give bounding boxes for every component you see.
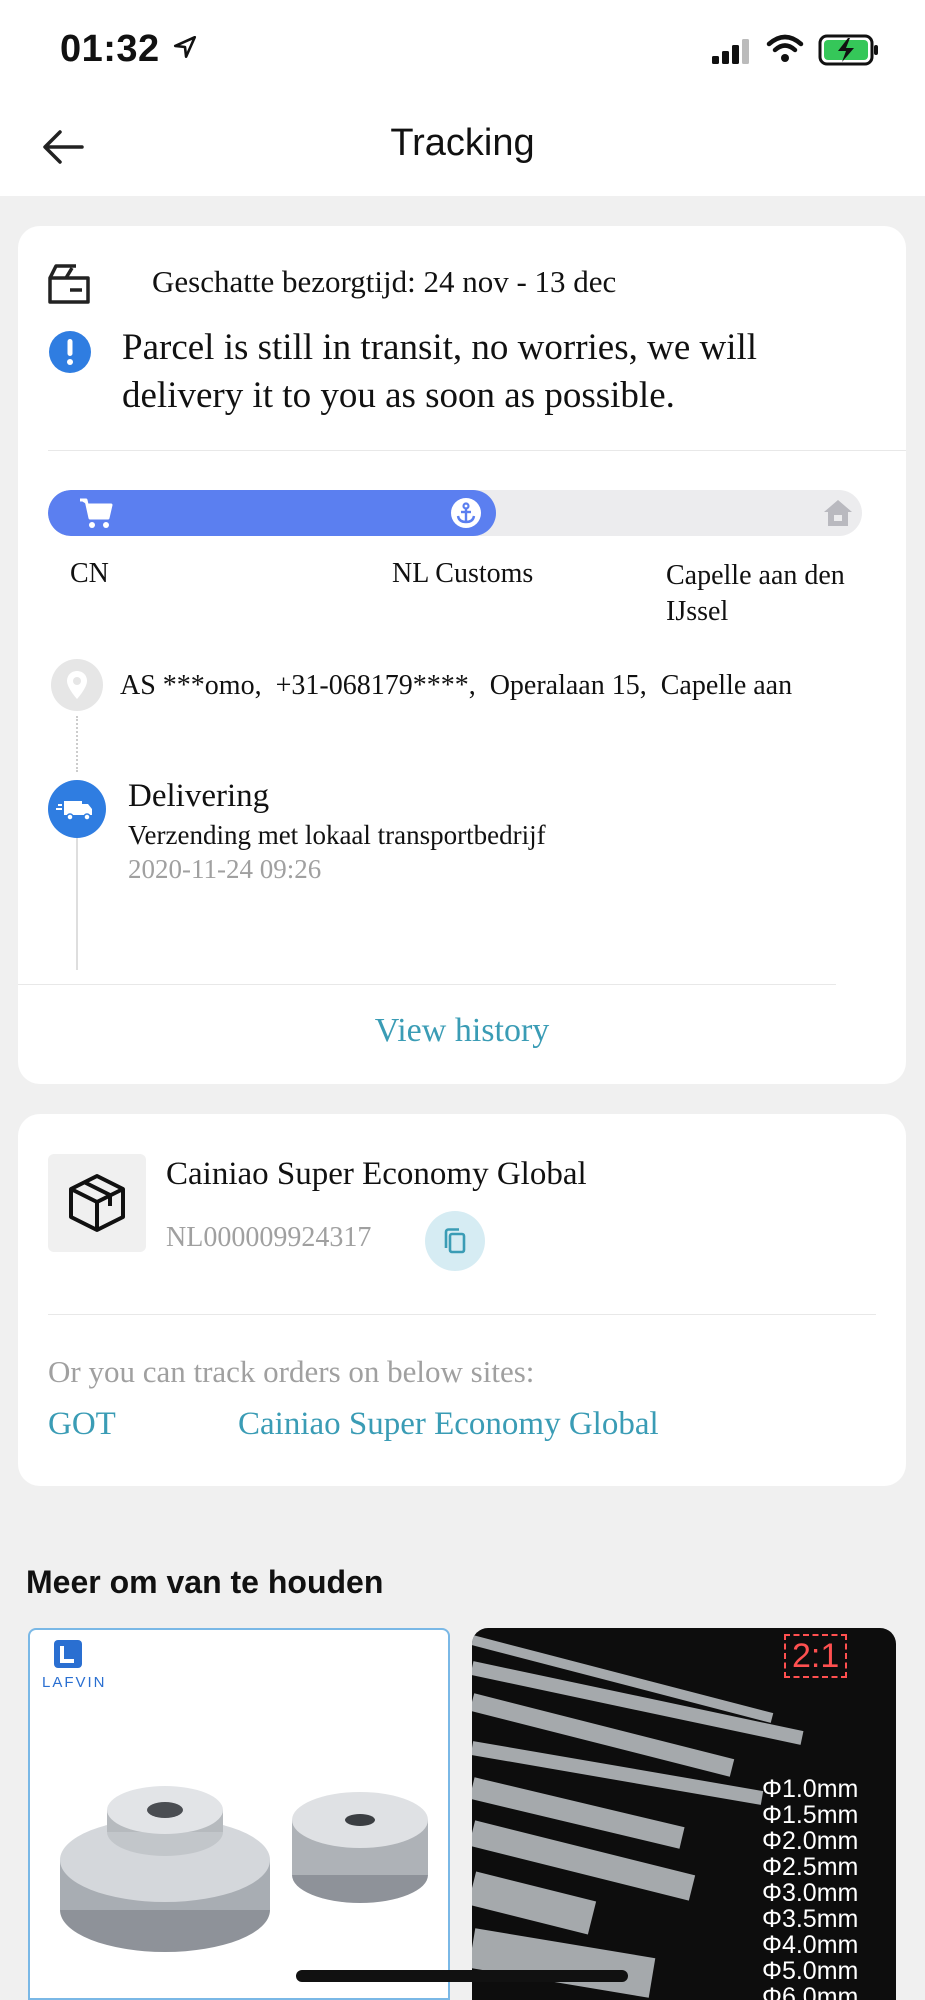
other-sites-label: Or you can track orders on below sites: <box>48 1354 535 1389</box>
delivery-address: AS ***omo, +31-068179****, Operalaan 15,… <box>120 670 793 701</box>
site-link-cainiao[interactable]: Cainiao Super Economy Global <box>238 1406 659 1443</box>
tracking-card: Geschatte bezorgtijd: 24 nov - 13 dec Pa… <box>18 226 906 1084</box>
battery-charging-icon <box>818 34 880 71</box>
size-label: Φ5.0mm <box>762 1957 859 1985</box>
transit-notice: Parcel is still in transit, no worries, … <box>122 327 758 416</box>
brand-name: LAFVIN <box>42 1674 107 1691</box>
location-arrow-icon <box>172 34 198 65</box>
event-timestamp: 2020-11-24 09:26 <box>128 854 322 884</box>
divider <box>48 1314 876 1315</box>
home-icon <box>822 498 854 533</box>
home-indicator <box>296 1970 628 1982</box>
wifi-icon <box>766 34 804 69</box>
divider <box>48 450 906 451</box>
progress-fill <box>48 490 496 536</box>
info-icon <box>48 330 92 379</box>
progress-step-origin: CN <box>70 558 109 589</box>
nav-header: Tracking <box>0 100 925 196</box>
signal-icon <box>712 38 752 69</box>
estimated-delivery-text: Geschatte bezorgtijd: 24 nov - 13 dec <box>152 264 617 299</box>
location-pin-icon <box>50 658 104 717</box>
status-bar: 01:32 <box>0 0 925 100</box>
recommendations-title: Meer om van te houden <box>26 1564 384 1600</box>
size-label: Φ1.5mm <box>762 1801 859 1829</box>
brand-logo: LAFVIN <box>40 1636 120 1696</box>
tracking-number: NL000009924317 <box>166 1222 372 1253</box>
size-label: Φ2.0mm <box>762 1827 859 1855</box>
product-card[interactable]: 2:1 Φ1.0mm Φ1.5mm Φ2.0mm Φ2.5mm Φ3.0mm Φ3.5mm… <box>472 1628 896 2000</box>
delivery-box-icon <box>46 262 92 311</box>
timeline-line <box>76 838 78 970</box>
page-title: Tracking <box>390 122 535 164</box>
package-icon <box>48 1154 146 1252</box>
size-label: Φ1.0mm <box>762 1775 859 1803</box>
progress-step-destination: Capelle aan den IJssel <box>666 560 845 627</box>
event-status: Delivering <box>128 778 270 814</box>
size-label: Φ6.0mm <box>762 1983 859 2000</box>
cart-icon <box>78 496 114 535</box>
status-time: 01:32 <box>60 28 160 70</box>
site-link-got[interactable]: GOT <box>48 1406 116 1443</box>
size-label: Φ3.5mm <box>762 1905 859 1933</box>
size-label: Φ3.0mm <box>762 1879 859 1907</box>
timeline-dotted-line <box>76 716 78 772</box>
delivery-truck-icon <box>48 780 106 843</box>
anchor-icon <box>450 497 482 534</box>
view-history-link[interactable]: View history <box>18 1012 906 1050</box>
product-card[interactable]: LAFVIN <box>28 1628 450 2000</box>
size-label: Φ2.5mm <box>762 1853 859 1881</box>
product-badge: 2:1 <box>784 1634 848 1678</box>
product-image-pulleys <box>50 1750 430 1995</box>
size-list: Φ1.0mm Φ1.5mm Φ2.0mm Φ2.5mm Φ3.0mm Φ3.5mm Φ4.0… <box>762 1776 858 2000</box>
progress-step-customs: NL Customs <box>392 558 534 589</box>
carrier-card: Cainiao Super Economy Global NL000009924… <box>18 1114 906 1486</box>
copy-icon[interactable] <box>424 1210 486 1277</box>
event-description: Verzending met lokaal transportbedrijf <box>128 820 546 850</box>
divider <box>18 984 836 985</box>
size-label: Φ4.0mm <box>762 1931 859 1959</box>
carrier-name: Cainiao Super Economy Global <box>166 1156 587 1192</box>
